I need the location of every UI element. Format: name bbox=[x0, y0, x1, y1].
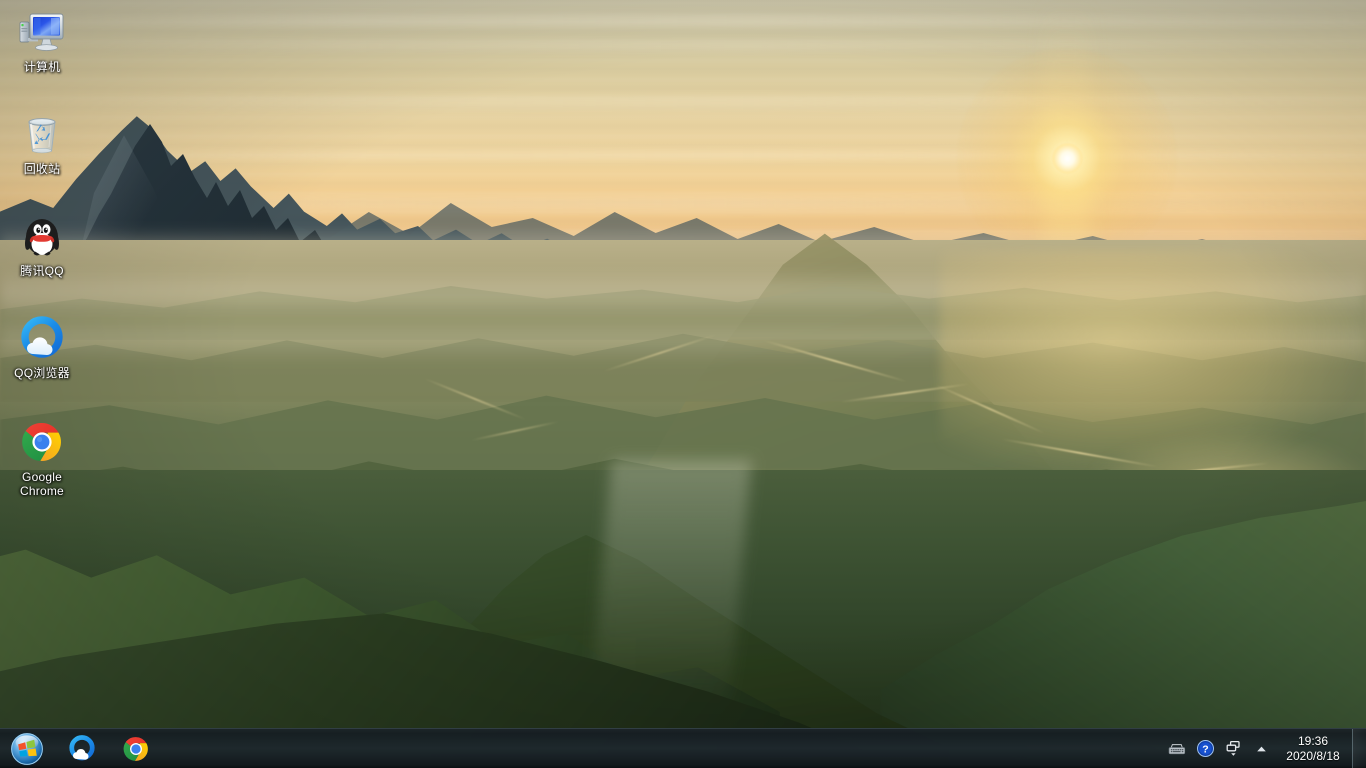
taskbar-item-google-chrome[interactable] bbox=[114, 732, 158, 766]
clock-date: 2020/8/18 bbox=[1286, 748, 1340, 763]
windows-start-orb-icon bbox=[10, 731, 44, 766]
taskbar-item-qq-browser[interactable] bbox=[60, 732, 104, 766]
desktop-icon-qq-browser[interactable]: QQ浏览器 bbox=[4, 314, 80, 380]
google-chrome-icon bbox=[18, 418, 66, 466]
ime-keyboard-icon[interactable] bbox=[1168, 740, 1186, 758]
tray-icon-group: ? bbox=[1160, 740, 1278, 758]
show-hidden-icons-chevron[interactable] bbox=[1252, 740, 1270, 758]
system-tray: ? 19:36 2020/8/18 bbox=[1160, 728, 1366, 768]
qq-browser-icon bbox=[69, 734, 95, 760]
network-icon[interactable] bbox=[1224, 740, 1242, 758]
taskbar[interactable]: ? 19:36 2020/8/18 bbox=[0, 728, 1366, 768]
desktop-icon-tencent-qq[interactable]: 腾讯QQ bbox=[4, 212, 80, 278]
desktop-icon-label: 计算机 bbox=[23, 60, 61, 74]
taskbar-clock[interactable]: 19:36 2020/8/18 bbox=[1278, 734, 1352, 764]
desktop-icon-computer[interactable]: 计算机 bbox=[4, 8, 80, 74]
google-chrome-icon bbox=[123, 736, 148, 761]
desktop-icon-column: 计算机 回收站 腾讯QQ QQ浏览器 Google Chrome bbox=[0, 0, 120, 728]
computer-icon bbox=[18, 8, 66, 56]
recycle-bin-icon bbox=[18, 110, 66, 158]
tencent-qq-icon bbox=[18, 212, 66, 260]
desktop-icon-google-chrome[interactable]: Google Chrome bbox=[4, 418, 80, 498]
clock-time: 19:36 bbox=[1297, 733, 1329, 748]
wallpaper bbox=[0, 0, 1366, 768]
wallpaper-vignette bbox=[0, 0, 1366, 768]
desktop-icon-label: Google Chrome bbox=[20, 470, 64, 498]
start-button[interactable] bbox=[0, 730, 54, 768]
desktop-icon-label: QQ浏览器 bbox=[14, 366, 70, 380]
desktop[interactable]: 计算机 回收站 腾讯QQ QQ浏览器 Google Chrome ? 19:36… bbox=[0, 0, 1366, 768]
desktop-icon-label: 回收站 bbox=[23, 162, 61, 176]
desktop-icon-recycle-bin[interactable]: 回收站 bbox=[4, 110, 80, 176]
desktop-icon-label: 腾讯QQ bbox=[20, 264, 64, 278]
show-desktop-button[interactable] bbox=[1352, 728, 1366, 768]
svg-text:?: ? bbox=[1202, 743, 1208, 755]
help-question-icon[interactable]: ? bbox=[1196, 740, 1214, 758]
qq-browser-icon bbox=[18, 314, 66, 362]
taskbar-pinned-items bbox=[60, 732, 158, 766]
